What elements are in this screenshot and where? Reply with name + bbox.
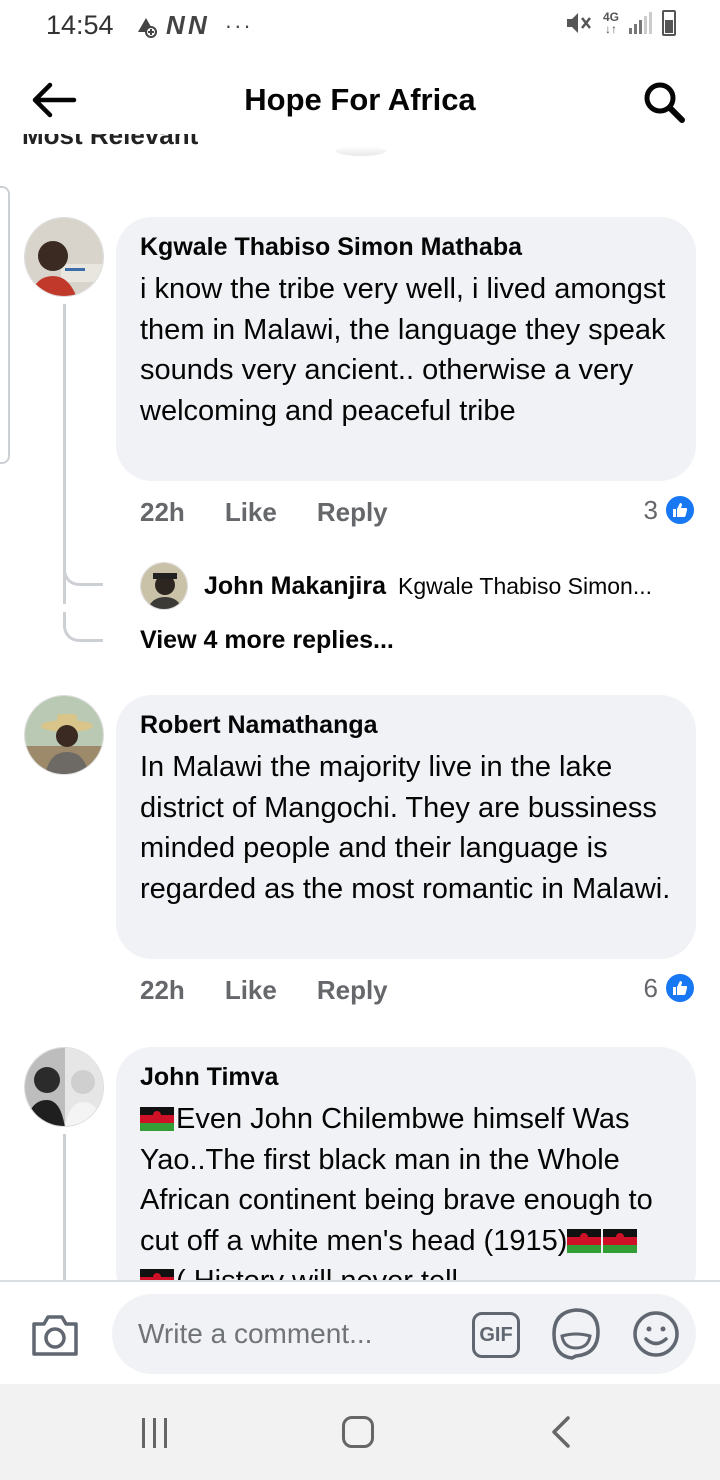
status-bar: 14:54 N N ··· 4G ↓↑ — [0, 0, 720, 50]
reply-preview[interactable]: John Makanjira Kgwale Thabiso Simon... — [140, 562, 652, 610]
comment-time[interactable]: 22h — [140, 497, 185, 528]
comment-input[interactable] — [112, 1294, 696, 1374]
like-button[interactable]: Like — [225, 497, 277, 528]
settings-notification-icon — [138, 17, 157, 38]
more-notifications-icon: ··· — [224, 12, 253, 38]
reaction-count[interactable]: 6 — [644, 972, 696, 1004]
left-panel-edge — [0, 186, 10, 464]
reaction-number: 6 — [643, 972, 658, 1003]
malawi-flag-icon — [567, 1228, 602, 1253]
comment-bubble[interactable]: Robert Namathanga In Malawi the majority… — [116, 695, 696, 959]
comment-text: In Malawi the majority live in the lake … — [140, 751, 671, 905]
home-icon[interactable] — [342, 1416, 374, 1448]
like-reaction-icon — [664, 972, 696, 1004]
status-notification-icons: N N ··· — [134, 10, 253, 41]
reply-snippet: Kgwale Thabiso Simon... — [398, 572, 652, 599]
sort-divider — [336, 146, 386, 156]
malawi-flag-icon — [603, 1228, 638, 1253]
comment-text-line: Even John Chilembwe himself — [176, 1103, 565, 1135]
avatar[interactable] — [140, 562, 188, 610]
sort-label: Most Relevant — [22, 134, 199, 150]
battery-icon — [662, 10, 676, 36]
status-time: 14:54 — [46, 10, 114, 40]
comment-actions: 22h Like Reply — [140, 497, 388, 528]
signal-icon — [629, 12, 652, 34]
thread-line — [63, 1134, 66, 1280]
like-button[interactable]: Like — [225, 975, 277, 1006]
comment-text: Even John Chilembwe himself Was Yao..The… — [140, 1099, 672, 1302]
comment-author[interactable]: Robert Namathanga — [140, 709, 672, 741]
recent-apps-icon[interactable] — [142, 1418, 167, 1448]
reply-button[interactable]: Reply — [317, 497, 388, 528]
malawi-flag-icon — [140, 1107, 174, 1131]
reply-button[interactable]: Reply — [317, 975, 388, 1006]
comment-bubble[interactable]: John Timva Even John Chilembwe himself W… — [116, 1047, 696, 1307]
comment-bubble[interactable]: Kgwale Thabiso Simon Mathaba i know the … — [116, 217, 696, 481]
status-system-icons: 4G ↓↑ — [565, 10, 676, 36]
emoji-icon[interactable] — [632, 1310, 680, 1358]
app-header: Hope For Africa — [0, 62, 720, 142]
reaction-number: 3 — [643, 494, 658, 525]
avatar[interactable] — [24, 1047, 104, 1127]
comment-composer: GIF — [0, 1280, 720, 1384]
reaction-count[interactable]: 3 — [644, 494, 696, 526]
thread-connector — [63, 556, 103, 586]
search-icon[interactable] — [642, 80, 686, 124]
comment-author[interactable]: John Timva — [140, 1061, 672, 1093]
gif-button[interactable]: GIF — [472, 1312, 520, 1358]
thread-connector — [63, 612, 103, 642]
network-4g-icon: 4G ↓↑ — [602, 10, 619, 36]
sort-dropdown[interactable]: Most Relevant — [22, 134, 322, 160]
comment-time[interactable]: 22h — [140, 975, 185, 1006]
n-app-icons: N N — [166, 10, 207, 40]
mute-icon — [566, 13, 591, 33]
comment-actions: 22h Like Reply — [140, 975, 388, 1006]
system-nav-bar — [0, 1384, 720, 1480]
comment-text: i know the tribe very well, i lived amon… — [140, 273, 666, 427]
reply-author: John Makanjira — [204, 571, 386, 600]
avatar[interactable] — [24, 695, 104, 775]
nav-back-icon[interactable] — [548, 1414, 574, 1450]
camera-icon[interactable] — [30, 1312, 80, 1358]
like-reaction-icon — [664, 494, 696, 526]
sticker-icon[interactable] — [550, 1306, 602, 1362]
comment-author[interactable]: Kgwale Thabiso Simon Mathaba — [140, 231, 672, 263]
page-title: Hope For Africa — [244, 82, 476, 117]
avatar[interactable] — [24, 217, 104, 297]
view-more-replies-link[interactable]: View 4 more replies... — [140, 626, 394, 655]
